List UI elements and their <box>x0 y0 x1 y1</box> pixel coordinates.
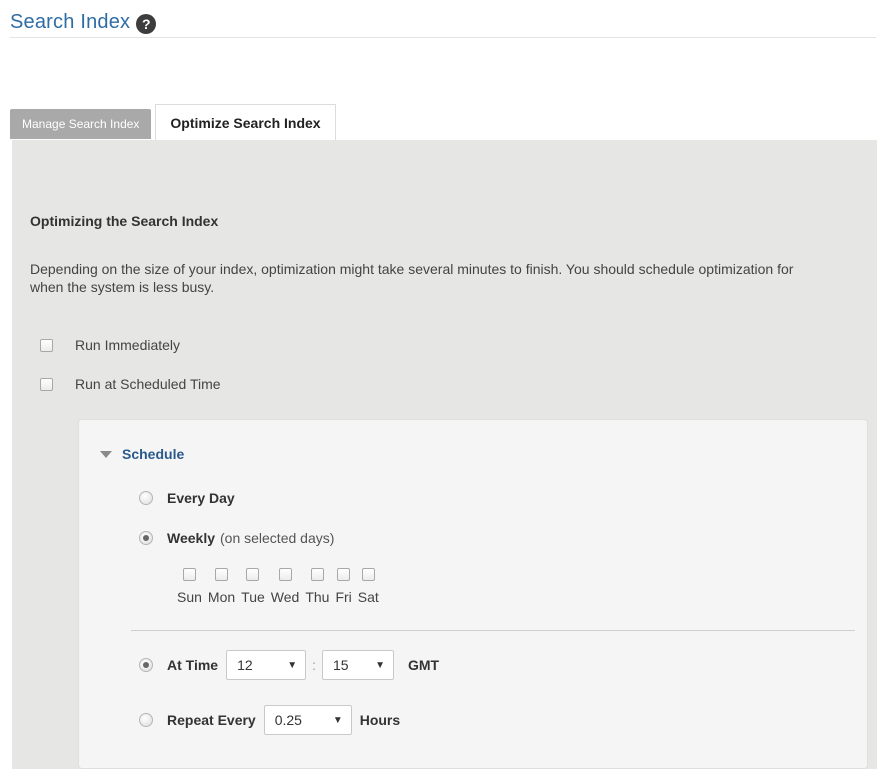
schedule-box: Schedule Every Day Weekly (on selected d… <box>78 419 868 769</box>
section-description: Depending on the size of your index, opt… <box>30 261 794 295</box>
day-checkbox-thu[interactable] <box>310 568 324 581</box>
dropdown-arrow-icon: ▼ <box>375 659 385 671</box>
day-sun[interactable]: Sun <box>177 568 202 605</box>
day-tue[interactable]: Tue <box>241 568 265 605</box>
day-wed[interactable]: Wed <box>270 568 300 605</box>
run-immediately-checkbox[interactable] <box>40 338 53 352</box>
tab-manage-search-index[interactable]: Manage Search Index <box>10 109 152 139</box>
hour-select[interactable]: 12 ▼ <box>226 650 307 680</box>
page-header: Search Index ? <box>10 8 876 38</box>
day-checkbox-wed[interactable] <box>278 568 292 581</box>
repeat-every-label: Repeat Every <box>167 712 256 728</box>
run-immediately-label: Run Immediately <box>75 337 181 353</box>
run-scheduled-checkbox[interactable] <box>40 377 53 391</box>
day-checkbox-sun[interactable] <box>182 568 196 581</box>
day-thu[interactable]: Thu <box>305 568 329 605</box>
minute-value: 15 <box>332 657 349 673</box>
repeat-unit-label: Hours <box>359 712 401 728</box>
day-label-mon: Mon <box>207 589 236 605</box>
day-mon[interactable]: Mon <box>208 568 235 605</box>
day-checkbox-sat[interactable] <box>361 568 375 581</box>
every-day-option[interactable]: Every Day <box>139 490 235 506</box>
dropdown-arrow-icon: ▼ <box>287 659 298 671</box>
weekly-radio[interactable] <box>139 531 153 545</box>
day-label-fri: Fri <box>335 589 352 605</box>
dropdown-arrow-icon: ▼ <box>332 714 343 726</box>
weekly-label: Weekly <box>167 530 215 546</box>
tab-bar: Manage Search Index Optimize Search Inde… <box>10 104 336 140</box>
weekly-option[interactable]: Weekly (on selected days) <box>139 530 334 546</box>
minute-select[interactable]: 15 ▼ <box>321 650 394 680</box>
every-day-label: Every Day <box>167 490 235 506</box>
repeat-every-radio[interactable] <box>139 713 153 727</box>
timezone-label: GMT <box>407 657 440 673</box>
day-checkbox-tue[interactable] <box>246 568 260 581</box>
triangle-down-icon[interactable] <box>100 450 112 458</box>
schedule-label: Schedule <box>122 446 185 462</box>
page-title: Search Index <box>10 11 131 33</box>
repeat-interval-value: 0.25 <box>274 712 302 728</box>
help-icon[interactable]: ? <box>136 13 157 34</box>
time-colon: : <box>312 657 316 673</box>
section-heading: Optimizing the Search Index <box>30 213 219 229</box>
tab-optimize-search-index[interactable]: Optimize Search Index <box>155 104 336 140</box>
day-label-thu: Thu <box>305 589 330 605</box>
day-label-tue: Tue <box>241 589 265 605</box>
repeat-interval-select[interactable]: 0.25 ▼ <box>263 705 352 735</box>
repeat-every-option[interactable]: Repeat Every 0.25 ▼ Hours <box>139 705 400 735</box>
hour-value: 12 <box>237 657 253 673</box>
schedule-toggle[interactable]: Schedule <box>100 446 184 462</box>
day-checkbox-fri[interactable] <box>337 568 351 581</box>
optimize-panel: Optimizing the Search Index Depending on… <box>12 140 877 769</box>
at-time-label: At Time <box>167 657 219 673</box>
weekday-selector: Sun Mon Tue Wed Thu Fri Sat <box>177 568 385 605</box>
day-label-sat: Sat <box>357 589 379 605</box>
weekly-note: (on selected days) <box>220 530 335 546</box>
at-time-radio[interactable] <box>139 658 153 672</box>
day-fri[interactable]: Fri <box>335 568 352 605</box>
day-sat[interactable]: Sat <box>358 568 379 605</box>
day-label-wed: Wed <box>270 589 300 605</box>
run-scheduled-option[interactable]: Run at Scheduled Time <box>40 376 221 392</box>
every-day-radio[interactable] <box>139 491 153 505</box>
day-label-sun: Sun <box>177 589 202 605</box>
at-time-option[interactable]: At Time 12 ▼ : 15 ▼ GMT <box>139 650 439 680</box>
run-immediately-option[interactable]: Run Immediately <box>40 337 180 353</box>
day-checkbox-mon[interactable] <box>215 568 229 581</box>
schedule-divider <box>131 630 855 631</box>
run-scheduled-label: Run at Scheduled Time <box>75 376 221 392</box>
